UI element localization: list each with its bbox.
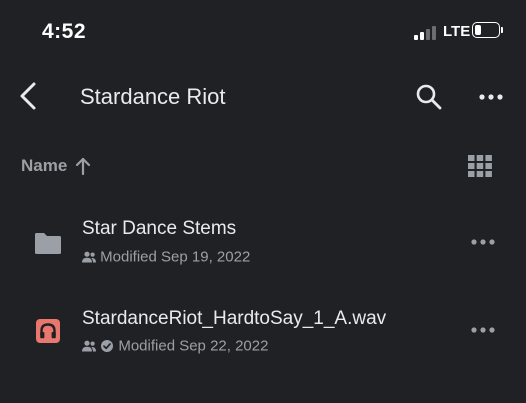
item-more-button[interactable] <box>468 318 498 342</box>
battery-cap <box>501 27 503 33</box>
search-button[interactable] <box>414 82 444 112</box>
more-horizontal-icon <box>479 94 503 100</box>
more-options-button[interactable] <box>476 84 506 110</box>
chevron-left-icon <box>20 82 36 110</box>
network-type: LTE <box>443 23 471 40</box>
grid-view-icon <box>468 155 492 177</box>
audio-file-icon <box>33 316 63 346</box>
search-icon <box>416 84 442 110</box>
back-button[interactable] <box>14 78 46 114</box>
more-horizontal-icon <box>471 239 495 245</box>
item-modified-date: Modified Sep 19, 2022 <box>100 248 251 266</box>
item-meta: Modified Sep 22, 2022 <box>82 337 268 355</box>
item-name: Star Dance Stems <box>82 218 237 239</box>
status-time: 4:52 <box>42 20 87 43</box>
battery-level <box>475 25 482 35</box>
battery-icon <box>472 22 500 38</box>
shared-icon <box>82 251 96 263</box>
sort-bar: Name <box>0 148 526 184</box>
sort-direction-button[interactable] <box>74 156 92 176</box>
offline-available-icon <box>101 340 114 353</box>
arrow-up-icon <box>75 157 91 176</box>
list-item[interactable]: Star Dance Stems Modified Sep 19, 2022 <box>0 208 526 278</box>
sort-by-name-button[interactable]: Name <box>21 156 67 176</box>
more-horizontal-icon <box>471 327 495 333</box>
signal-strength-icon <box>414 24 440 40</box>
shared-icon <box>82 340 96 352</box>
item-meta: Modified Sep 19, 2022 <box>82 248 250 266</box>
folder-title: Stardance Riot <box>80 84 226 109</box>
status-bar: 4:52 LTE <box>0 0 526 62</box>
app-bar: Stardance Riot <box>0 62 526 132</box>
item-modified-date: Modified Sep 22, 2022 <box>118 337 269 355</box>
item-name: StardanceRiot_HardtoSay_1_A.wav <box>82 308 387 329</box>
folder-icon <box>33 228 63 258</box>
list-item[interactable]: StardanceRiot_HardtoSay_1_A.wav Modified… <box>0 296 526 366</box>
grid-view-button[interactable] <box>468 155 492 177</box>
item-more-button[interactable] <box>468 230 498 254</box>
